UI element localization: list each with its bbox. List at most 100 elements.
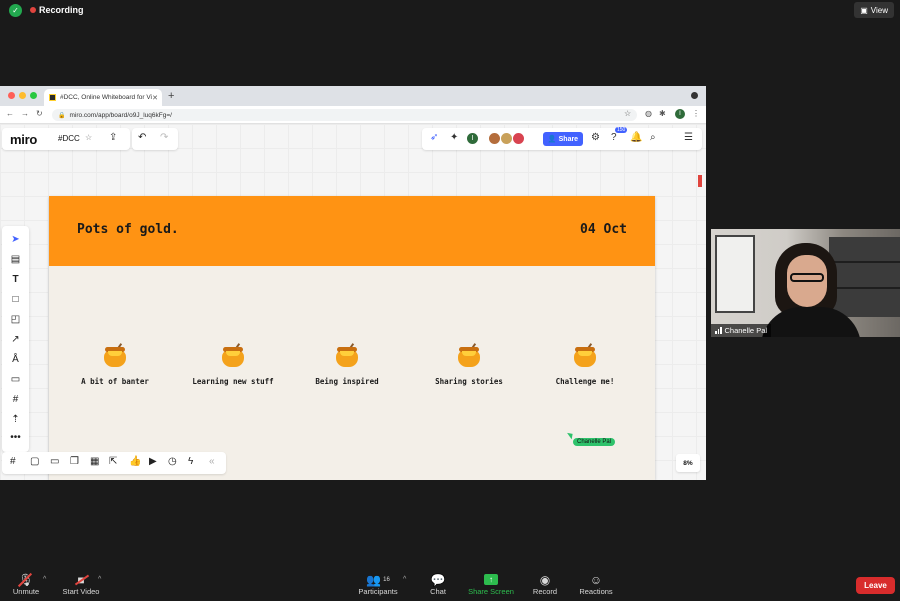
reactions-smiley-icon: ☺ xyxy=(589,572,603,587)
zoom-control-bar: 🎙 Unmute ^ ■ Start Video ^ 👥16 Participa… xyxy=(0,569,900,601)
participants-label: Participants xyxy=(358,587,398,596)
text-icon[interactable]: T xyxy=(2,274,29,285)
video-icon[interactable]: ▶ xyxy=(149,456,157,467)
export-icon[interactable]: ⇪ xyxy=(109,132,117,143)
board-frame[interactable]: Pots of gold. 04 Oct A bit of banter Lea… xyxy=(49,196,655,480)
view-button[interactable]: ▣ View xyxy=(854,2,894,18)
new-tab-button[interactable]: + xyxy=(168,90,174,102)
comments-icon[interactable]: ▢ xyxy=(30,456,39,467)
shape-icon[interactable]: □ xyxy=(2,294,29,305)
unmute-button[interactable]: 🎙 Unmute xyxy=(10,572,42,596)
select-icon[interactable]: ➤ xyxy=(2,234,29,245)
participants-chevron-icon[interactable]: ^ xyxy=(403,576,406,583)
participant-video[interactable]: Chanelle Pal xyxy=(711,229,900,337)
video-options-chevron-icon[interactable]: ^ xyxy=(98,576,101,583)
extension-icon[interactable]: ◍ xyxy=(645,109,652,118)
like-icon[interactable]: 👍 xyxy=(129,456,141,467)
reload-icon[interactable]: ↻ xyxy=(36,109,43,118)
minimize-window-button[interactable] xyxy=(19,92,26,99)
profile-avatar[interactable]: I xyxy=(675,109,685,119)
frame-icon[interactable]: # xyxy=(2,394,29,405)
board-item-label: Challenge me! xyxy=(555,377,615,386)
cards-icon[interactable]: ▦ xyxy=(90,456,99,467)
timer-icon[interactable]: ◷ xyxy=(168,456,177,467)
miro-favicon-icon xyxy=(49,94,56,101)
browser-tab-bar: #DCC, Online Whiteboard for Vi ✕ + xyxy=(0,86,706,106)
board-item[interactable]: Challenge me! xyxy=(525,343,645,386)
redo-icon[interactable]: ↷ xyxy=(160,132,168,143)
extensions-puzzle-icon[interactable]: ✱ xyxy=(659,109,666,118)
record-label: Record xyxy=(532,587,558,596)
start-video-label: Start Video xyxy=(62,587,100,596)
participants-button[interactable]: 👥 16 Participants xyxy=(354,572,402,597)
video-shelf xyxy=(829,237,900,317)
undo-icon[interactable]: ↶ xyxy=(138,132,146,143)
lock-icon: 🔒 xyxy=(58,112,66,119)
forward-icon[interactable]: → xyxy=(21,109,29,118)
miro-left-toolbar: ➤ ▤ T □ ◰ ↗ Å ▭ # ⇡ ••• xyxy=(2,226,29,452)
close-window-button[interactable] xyxy=(8,92,15,99)
board-item-label: Learning new stuff xyxy=(192,377,274,386)
microphone-muted-icon: 🎙 xyxy=(10,572,42,587)
leave-button[interactable]: Leave xyxy=(856,577,895,594)
upload-icon[interactable]: ⇡ xyxy=(2,414,29,425)
tab-search-icon[interactable] xyxy=(691,92,698,99)
frame-title: Pots of gold. xyxy=(77,222,179,237)
participant-name-tag: Chanelle Pal xyxy=(711,324,772,337)
board-name[interactable]: #DCC xyxy=(58,134,80,143)
help-icon[interactable]: ? xyxy=(611,132,617,143)
recording-indicator[interactable]: Recording xyxy=(30,5,84,15)
star-icon[interactable]: ☆ xyxy=(85,133,92,142)
record-button[interactable]: ◉ Record xyxy=(530,572,560,597)
security-shield-icon[interactable]: ✓ xyxy=(9,4,22,17)
comment-icon[interactable]: ▭ xyxy=(2,374,29,385)
templates-icon[interactable]: ▤ xyxy=(2,254,29,265)
audio-options-chevron-icon[interactable]: ^ xyxy=(43,576,46,583)
reactions-button[interactable]: ☺ Reactions xyxy=(576,572,616,597)
board-item[interactable]: Sharing stories xyxy=(409,343,529,386)
board-panel-icon[interactable]: ☰ xyxy=(684,132,693,143)
share-screen-button[interactable]: ↑ Share Screen xyxy=(465,572,517,596)
bookmark-star-icon[interactable]: ☆ xyxy=(624,109,631,118)
embed-icon[interactable]: ⇱ xyxy=(109,456,117,467)
sticky-note-icon[interactable]: ◰ xyxy=(2,314,29,325)
board-item[interactable]: Learning new stuff xyxy=(173,343,293,386)
board-item[interactable]: A bit of banter xyxy=(55,343,175,386)
share-screen-label: Share Screen xyxy=(468,587,514,596)
collaborator-avatar[interactable] xyxy=(512,132,525,145)
undo-redo-group: ↶ ↷ xyxy=(132,128,178,150)
zoom-level[interactable]: 8% xyxy=(676,454,700,472)
chat-button[interactable]: 💬 Chat xyxy=(424,572,452,597)
notifications-bell-icon[interactable]: 🔔 xyxy=(630,132,642,143)
video-shelf-board xyxy=(829,261,900,263)
back-icon[interactable]: ← xyxy=(6,109,14,118)
chat-label: Chat xyxy=(430,587,446,596)
browser-menu-icon[interactable]: ⋮ xyxy=(692,109,700,118)
user-avatar[interactable]: I xyxy=(466,132,479,145)
screen-share-icon[interactable]: ❐ xyxy=(70,456,79,467)
board-item-label: Sharing stories xyxy=(435,377,503,386)
url-field[interactable]: 🔒 miro.com/app/board/o9J_luq6kFg=/ xyxy=(52,109,637,121)
search-icon[interactable]: ⌕ xyxy=(650,132,656,143)
pen-icon[interactable]: Å xyxy=(2,354,29,365)
video-shelf-board xyxy=(829,287,900,289)
celebrate-icon[interactable]: ✦ xyxy=(450,132,458,143)
address-bar: ← → ↻ 🔒 miro.com/app/board/o9J_luq6kFg=/… xyxy=(0,106,706,124)
more-tools-icon[interactable]: ••• xyxy=(2,432,29,443)
miro-canvas[interactable]: miro #DCC ☆ ⇪ ↶ ↷ ➶ ✦ I 👤 Share ⚙ ? 150 … xyxy=(0,124,706,480)
chat-icon[interactable]: ▭ xyxy=(50,456,59,467)
share-button[interactable]: 👤 Share xyxy=(543,132,583,146)
collapse-icon[interactable]: « xyxy=(209,456,215,467)
cursor-follow-icon[interactable]: ➶ xyxy=(430,132,438,143)
view-icon: ▣ xyxy=(860,5,868,15)
browser-tab[interactable]: #DCC, Online Whiteboard for Vi ✕ xyxy=(44,89,162,106)
miro-logo[interactable]: miro xyxy=(10,132,37,147)
maximize-window-button[interactable] xyxy=(30,92,37,99)
tab-close-icon[interactable]: ✕ xyxy=(152,94,158,102)
activity-icon[interactable]: ϟ xyxy=(188,456,193,467)
board-item[interactable]: Being inspired xyxy=(287,343,407,386)
settings-sliders-icon[interactable]: ⚙ xyxy=(591,132,600,143)
connection-line-icon[interactable]: ↗ xyxy=(2,334,29,345)
frames-icon[interactable]: # xyxy=(10,456,16,467)
tab-title: #DCC, Online Whiteboard for Vi xyxy=(60,94,153,101)
